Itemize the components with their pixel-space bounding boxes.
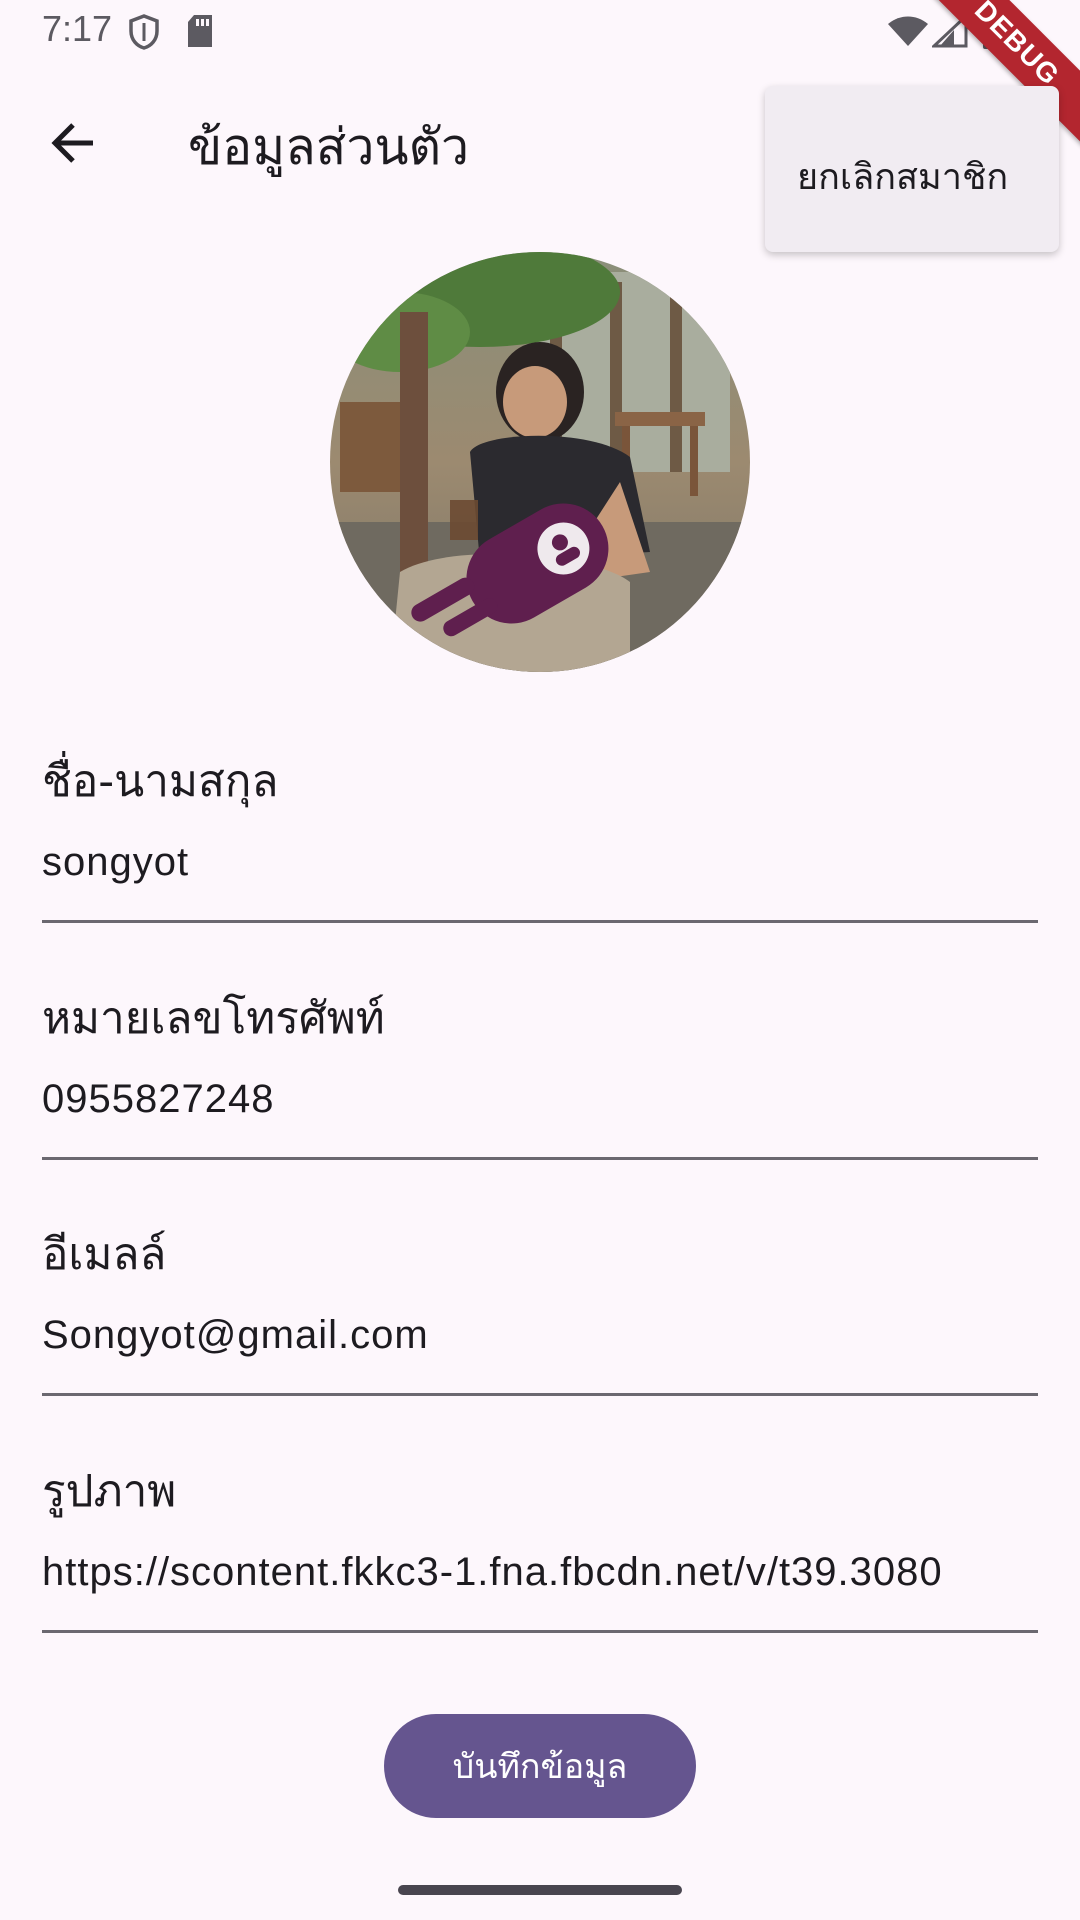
- home-indicator[interactable]: [398, 1885, 682, 1895]
- wifi-icon: [888, 16, 928, 52]
- phone-field[interactable]: หมายเลขโทรศัพท์ 0955827248: [42, 983, 1038, 1173]
- page-title: ข้อมูลส่วนตัว: [188, 118, 470, 176]
- email-field-input[interactable]: Songyot@gmail.com: [42, 1313, 429, 1358]
- avatar[interactable]: [330, 252, 750, 672]
- profile-photo: [330, 252, 750, 672]
- email-field[interactable]: อีเมลล์ Songyot@gmail.com: [42, 1219, 1038, 1409]
- name-field-label: ชื่อ-นามสกุล: [42, 756, 279, 807]
- field-underline: [42, 1630, 1038, 1633]
- shield-icon: [128, 14, 160, 54]
- sd-card-icon: [186, 14, 214, 52]
- phone-field-label: หมายเลขโทรศัพท์: [42, 993, 385, 1044]
- field-underline: [42, 1393, 1038, 1396]
- field-underline: [42, 1157, 1038, 1160]
- save-button[interactable]: บันทึกข้อมูล: [384, 1714, 696, 1818]
- status-bar: 7:17 DEBUG: [0, 0, 1080, 150]
- field-underline: [42, 920, 1038, 923]
- arrow-back-icon: [49, 119, 97, 171]
- email-field-label: อีเมลล์: [42, 1229, 167, 1280]
- status-time: 7:17: [42, 8, 113, 49]
- image-url-field-label: รูปภาพ: [42, 1466, 177, 1517]
- menu-item-cancel-membership[interactable]: ยกเลิกสมาชิก: [797, 148, 1008, 205]
- overflow-menu: ยกเลิกสมาชิก: [765, 86, 1059, 252]
- image-url-field[interactable]: รูปภาพ https://scontent.fkkc3-1.fna.fbcd…: [42, 1456, 1038, 1646]
- back-button[interactable]: [30, 102, 116, 188]
- image-url-field-input[interactable]: https://scontent.fkkc3-1.fna.fbcdn.net/v…: [42, 1550, 1038, 1595]
- phone-field-input[interactable]: 0955827248: [42, 1077, 274, 1122]
- name-field-input[interactable]: songyot: [42, 840, 189, 885]
- name-field[interactable]: ชื่อ-นามสกุล songyot: [42, 746, 1038, 936]
